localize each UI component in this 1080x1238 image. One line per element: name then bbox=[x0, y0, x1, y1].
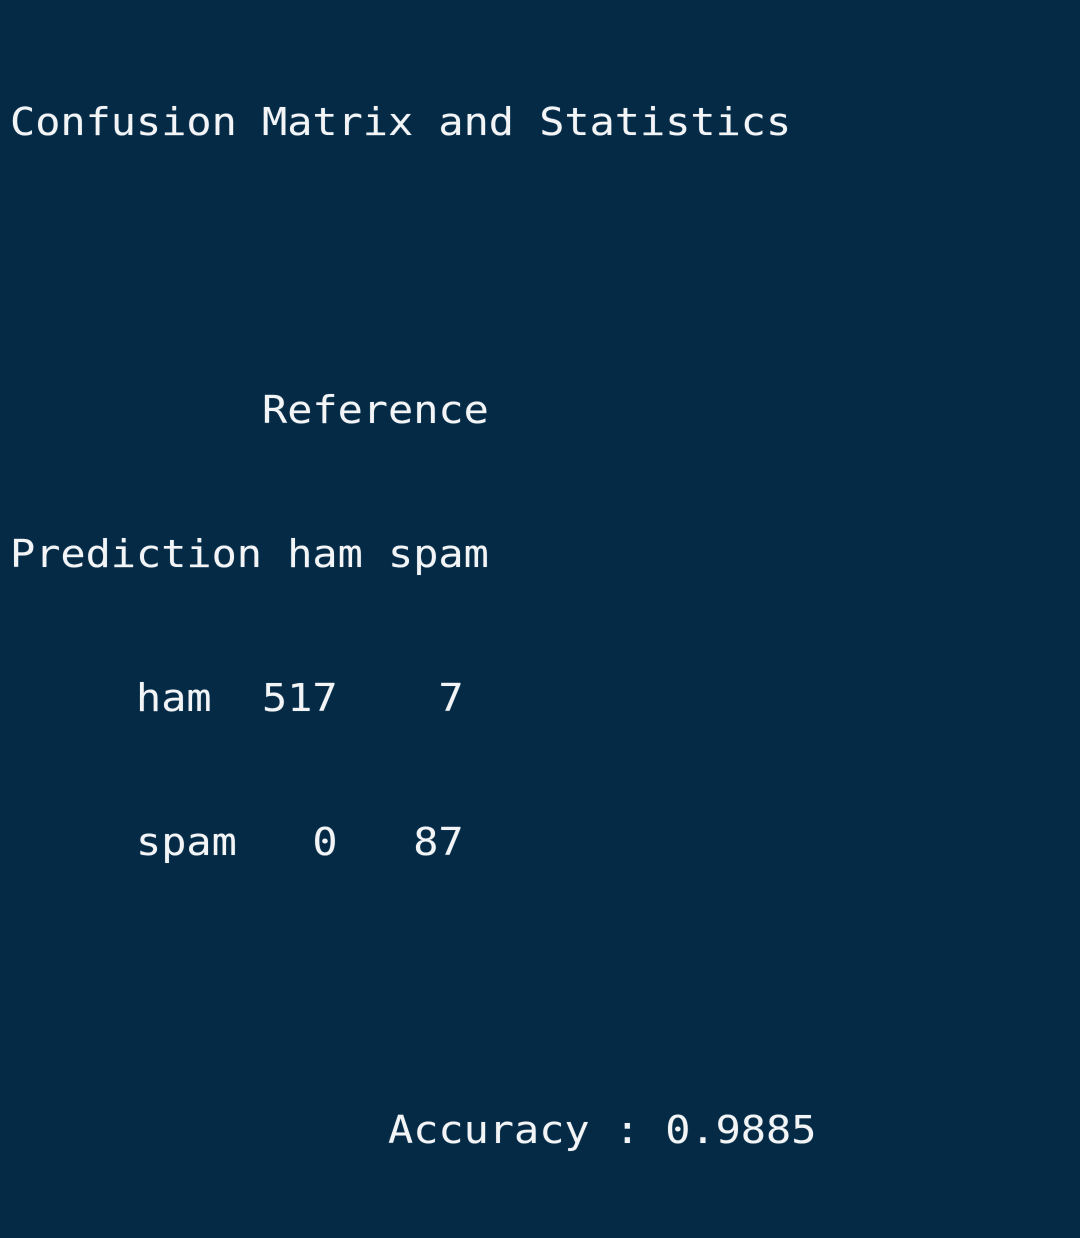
console-line-blank-1 bbox=[10, 242, 1068, 290]
console-line-matrix-header: Prediction ham spam bbox=[10, 532, 489, 576]
console-text-block: Confusion Matrix and Statistics Referenc… bbox=[10, 2, 1068, 1238]
console-line-reference-header: Reference bbox=[10, 388, 489, 432]
console-line-accuracy: Accuracy : 0.9885 bbox=[10, 1108, 817, 1152]
console-line-title: Confusion Matrix and Statistics bbox=[10, 100, 792, 144]
console-line-matrix-row-ham: ham 517 7 bbox=[10, 676, 464, 720]
terminal-output-pane: Confusion Matrix and Statistics Referenc… bbox=[0, 0, 1080, 1238]
console-line-blank-2 bbox=[10, 962, 1068, 1010]
console-line-matrix-row-spam: spam 0 87 bbox=[10, 820, 464, 864]
